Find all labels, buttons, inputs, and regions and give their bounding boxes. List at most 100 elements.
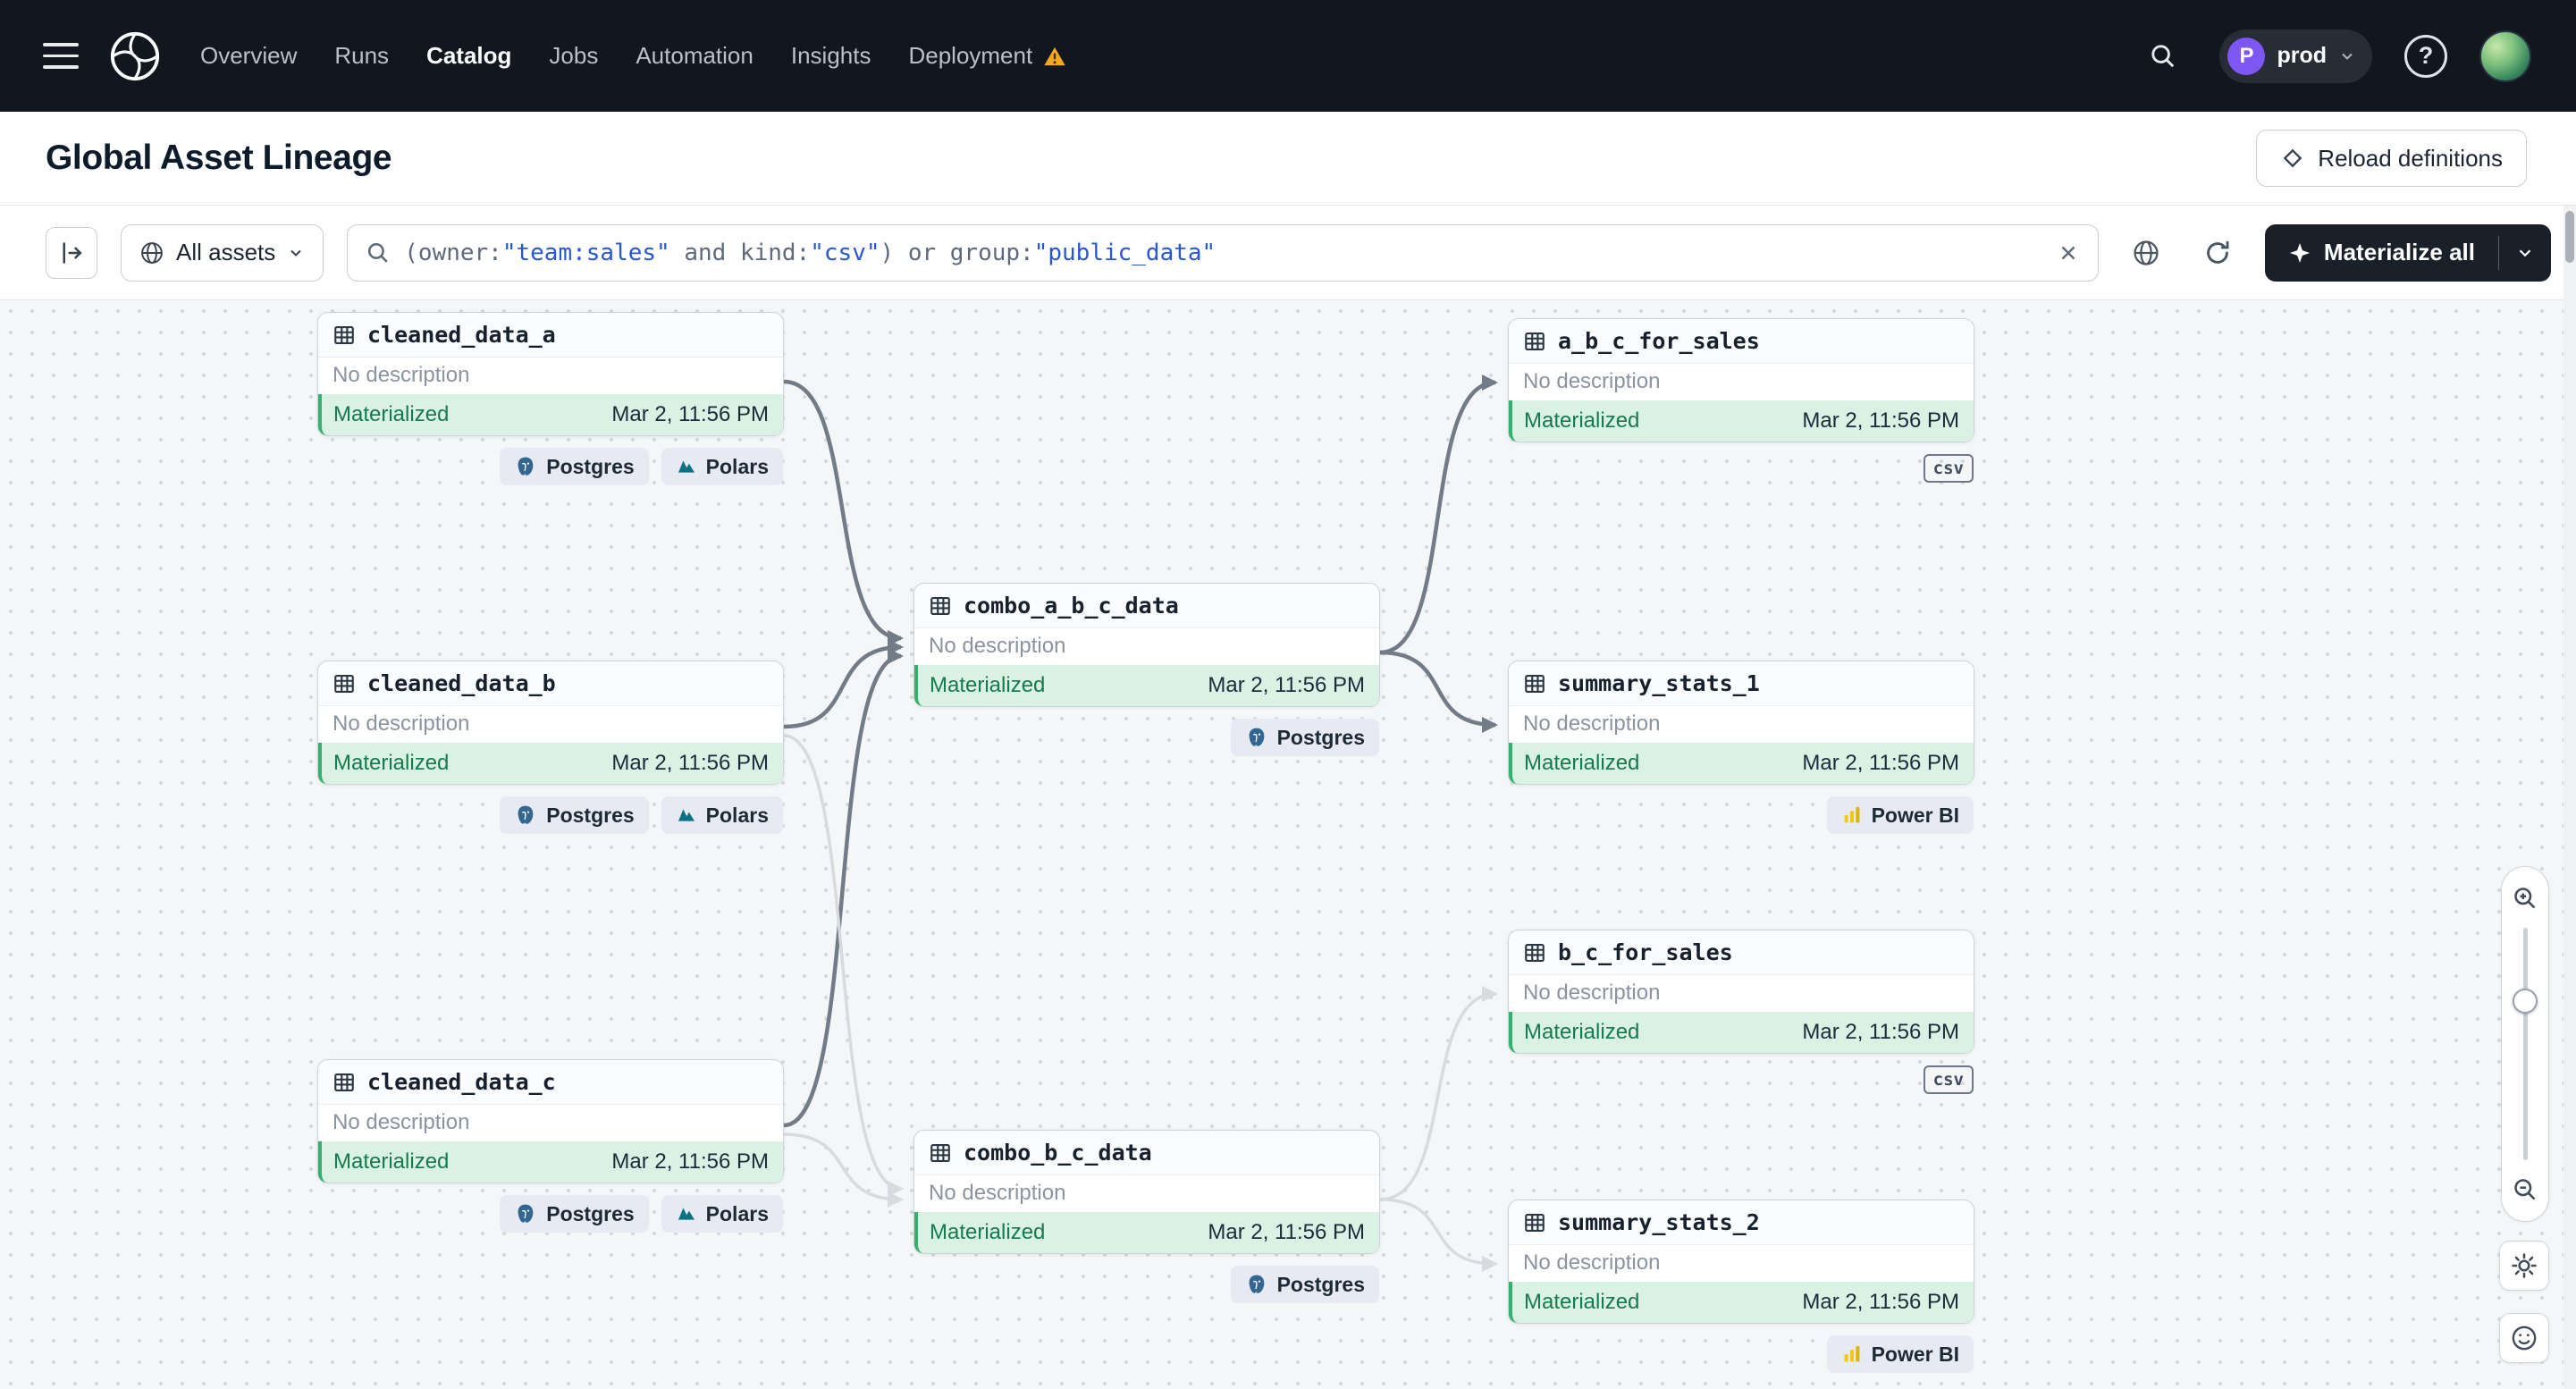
- asset-node-summary_stats_2[interactable]: summary_stats_2 No description Materialize…: [1508, 1200, 1974, 1373]
- asset-name: cleaned_data_c: [367, 1069, 556, 1095]
- kind-tag-postgres[interactable]: Postgres: [1230, 719, 1379, 756]
- asset-description: No description: [1523, 711, 1661, 736]
- postgres-icon: [1245, 726, 1268, 749]
- query-segment: (owner:: [404, 239, 502, 266]
- materialized-status: Materialized: [1524, 1290, 1640, 1314]
- nav-item-label: Catalog: [426, 42, 512, 69]
- asset-node-header[interactable]: cleaned_data_b: [318, 661, 783, 706]
- help-button[interactable]: ?: [2404, 34, 2447, 78]
- asset-name: summary_stats_2: [1558, 1209, 1760, 1235]
- asset-status-row[interactable]: Materialized Mar 2, 11:56 PM: [1509, 1012, 1974, 1053]
- zoom-slider-handle[interactable]: [2513, 988, 2538, 1014]
- kind-tag-csv[interactable]: csv: [1923, 454, 1974, 483]
- asset-node-header[interactable]: b_c_for_sales: [1509, 930, 1974, 975]
- asset-node-cleaned_data_c[interactable]: cleaned_data_c No description Materialized…: [317, 1059, 784, 1233]
- postgres-icon: [514, 804, 537, 827]
- lineage-canvas[interactable]: cleaned_data_a No description Materialized…: [0, 300, 2576, 1389]
- asset-node-b_c_for_sales[interactable]: b_c_for_sales No description Materialized M…: [1508, 930, 1974, 1094]
- kind-tag-postgres[interactable]: Postgres: [1230, 1266, 1379, 1303]
- vertical-scrollbar[interactable]: [2563, 206, 2576, 1389]
- zoom-in-icon: [2514, 888, 2536, 909]
- scrollbar-thumb[interactable]: [2565, 211, 2574, 263]
- asset-node-header[interactable]: cleaned_data_c: [318, 1060, 783, 1105]
- asset-status-row[interactable]: Materialized Mar 2, 11:56 PM: [1509, 400, 1974, 442]
- asset-status-row[interactable]: Materialized Mar 2, 11:56 PM: [1509, 743, 1974, 784]
- kind-tag-postgres[interactable]: Postgres: [500, 1195, 649, 1233]
- asset-node-combo_b_c_data[interactable]: combo_b_c_data No description Materialized…: [913, 1130, 1380, 1303]
- asset-status-row[interactable]: Materialized Mar 2, 11:56 PM: [914, 1212, 1379, 1253]
- nav-item-runs[interactable]: Runs: [334, 42, 389, 70]
- asset-node-header[interactable]: combo_a_b_c_data: [914, 584, 1379, 628]
- asset-node-header[interactable]: combo_b_c_data: [914, 1131, 1379, 1175]
- materialized-status: Materialized: [930, 673, 1046, 697]
- zoom-in-button[interactable]: [2508, 881, 2542, 915]
- zoom-out-button[interactable]: [2508, 1173, 2542, 1207]
- kind-tag-polars[interactable]: Polars: [661, 796, 783, 834]
- feedback-button[interactable]: [2499, 1313, 2549, 1363]
- materialize-options-button[interactable]: [2499, 224, 2551, 282]
- asset-node-header[interactable]: summary_stats_1: [1509, 661, 1974, 706]
- asset-status-row[interactable]: Materialized Mar 2, 11:56 PM: [318, 394, 783, 435]
- polars-icon: [676, 804, 697, 826]
- kind-tag-postgres[interactable]: Postgres: [500, 448, 649, 485]
- asset-status-row[interactable]: Materialized Mar 2, 11:56 PM: [318, 743, 783, 784]
- top-nav: Overview Runs Catalog Jobs Automation Insight…: [0, 0, 2576, 112]
- asset-node-summary_stats_1[interactable]: summary_stats_1 No description Materialize…: [1508, 661, 1974, 834]
- materialize-all-button[interactable]: Materialize all: [2265, 224, 2498, 282]
- materialized-status: Materialized: [333, 1149, 450, 1174]
- zoom-controls: [2501, 866, 2549, 1222]
- asset-node-header[interactable]: summary_stats_2: [1509, 1200, 1974, 1245]
- asset-node-header[interactable]: cleaned_data_a: [318, 313, 783, 358]
- reload-definitions-button[interactable]: Reload definitions: [2256, 130, 2527, 187]
- kind-tag-powerbi[interactable]: Power BI: [1826, 1335, 1974, 1373]
- dagster-logo[interactable]: [109, 30, 161, 82]
- query-segment: and kind:: [669, 239, 811, 266]
- asset-node-header[interactable]: a_b_c_for_sales: [1509, 319, 1974, 364]
- zoom-slider[interactable]: [2513, 928, 2538, 1160]
- refresh-icon: [2203, 239, 2232, 267]
- view-options-button[interactable]: [2122, 229, 2170, 277]
- hamburger-menu-icon[interactable]: [43, 43, 79, 69]
- lineage-edge-combo_b_c_data-to-summary_stats_2: [1379, 1198, 1498, 1272]
- lineage-edge-cleaned_data_b-to-combo_b_c_data: [783, 734, 904, 1197]
- open-sidebar-button[interactable]: [46, 226, 97, 279]
- clear-search-button[interactable]: [2057, 241, 2080, 265]
- asset-node-cleaned_data_a[interactable]: cleaned_data_a No description Materialized…: [317, 312, 784, 485]
- asset-node-combo_a_b_c_data[interactable]: combo_a_b_c_data No description Materializ…: [913, 583, 1380, 756]
- chevron-down-icon: [2519, 248, 2531, 257]
- nav-item-label: Jobs: [549, 42, 599, 69]
- deployment-switcher[interactable]: P prod: [2219, 29, 2372, 83]
- search-query[interactable]: (owner:"team:sales" and kind:"csv") or g…: [404, 240, 2043, 266]
- kind-tag-powerbi[interactable]: Power BI: [1826, 796, 1974, 834]
- asset-status-row[interactable]: Materialized Mar 2, 11:56 PM: [914, 665, 1379, 706]
- asset-node-cleaned_data_b[interactable]: cleaned_data_b No description Materialized…: [317, 661, 784, 834]
- refresh-button[interactable]: [2193, 229, 2242, 277]
- nav-item-catalog[interactable]: Catalog: [426, 42, 511, 70]
- nav-item-automation[interactable]: Automation: [636, 42, 753, 70]
- asset-status-row[interactable]: Materialized Mar 2, 11:56 PM: [1509, 1282, 1974, 1323]
- graph-settings-button[interactable]: [2499, 1241, 2549, 1291]
- query-segment: "csv": [810, 239, 880, 266]
- chevron-down-icon: [2338, 47, 2356, 65]
- kind-tag-label: Power BI: [1871, 1342, 1959, 1366]
- materialized-status: Materialized: [930, 1220, 1046, 1244]
- nav-item-overview[interactable]: Overview: [200, 42, 297, 70]
- asset-node-a_b_c_for_sales[interactable]: a_b_c_for_sales No description Materialize…: [1508, 318, 1974, 483]
- user-avatar[interactable]: [2479, 29, 2531, 82]
- nav-item-deployment[interactable]: Deployment: [908, 42, 1066, 70]
- panel-open-icon: [58, 240, 85, 266]
- nav-item-jobs[interactable]: Jobs: [549, 42, 598, 70]
- lineage-edge-cleaned_data_a-to-combo_a_b_c_data: [783, 379, 904, 646]
- asset-filter-dropdown[interactable]: All assets: [121, 223, 324, 282]
- kind-tag-postgres[interactable]: Postgres: [500, 796, 649, 834]
- nav-item-insights[interactable]: Insights: [791, 42, 871, 70]
- kind-tag-polars[interactable]: Polars: [661, 1195, 783, 1233]
- search-icon[interactable]: [2139, 32, 2187, 80]
- kind-tag-polars[interactable]: Polars: [661, 448, 783, 485]
- asset-status-row[interactable]: Materialized Mar 2, 11:56 PM: [318, 1141, 783, 1183]
- smiley-icon: [2512, 1326, 2537, 1351]
- materialized-time: Mar 2, 11:56 PM: [1802, 408, 1959, 433]
- kind-tag-csv[interactable]: csv: [1923, 1065, 1974, 1094]
- asset-search-input[interactable]: (owner:"team:sales" and kind:"csv") or g…: [347, 223, 2099, 282]
- materialized-time: Mar 2, 11:56 PM: [1802, 1020, 1959, 1044]
